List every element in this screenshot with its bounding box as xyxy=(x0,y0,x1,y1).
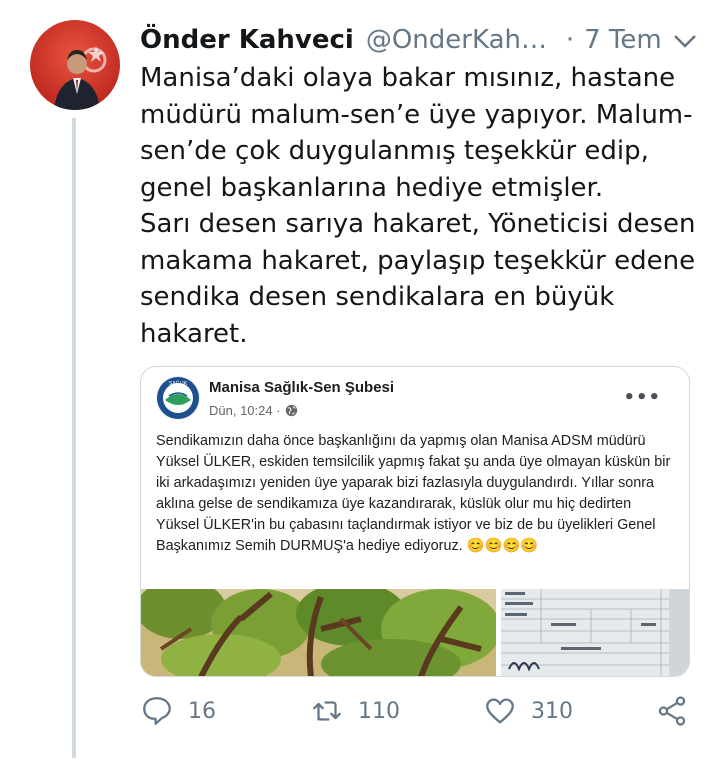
separator-dot: · xyxy=(565,25,575,55)
reply-button[interactable]: 16 xyxy=(140,694,216,728)
tweet-header: Önder Kahveci @OnderKahveci · 7 Tem xyxy=(140,22,700,58)
tweet-timestamp[interactable]: 7 Tem xyxy=(584,25,662,55)
saglik-sen-logo-icon: SAĞLIK xyxy=(157,377,199,419)
page-logo: SAĞLIK xyxy=(156,376,200,420)
chevron-down-icon[interactable] xyxy=(670,26,700,56)
tweet-actions: 16 110 310 xyxy=(140,694,700,734)
tree-photo-image xyxy=(141,589,496,676)
embedded-post-card[interactable]: SAĞLIK Manisa Sağlık-Sen Şubesi Dün, 10:… xyxy=(140,366,690,677)
author-name[interactable]: Önder Kahveci xyxy=(140,25,354,55)
globe-icon xyxy=(285,404,297,417)
retweet-icon xyxy=(313,701,341,721)
post-photo-document[interactable] xyxy=(501,589,689,676)
heart-icon xyxy=(486,698,514,724)
avatar-image xyxy=(30,20,120,110)
document-photo-image xyxy=(501,589,689,676)
share-icon xyxy=(658,696,686,726)
avatar[interactable] xyxy=(30,20,120,110)
logo-text: SAĞLIK xyxy=(169,380,188,387)
embedded-post-text: Sendikamızın daha önce başkanlığını da y… xyxy=(156,433,671,554)
share-button[interactable] xyxy=(655,694,689,728)
page-name[interactable]: Manisa Sağlık-Sen Şubesi xyxy=(209,379,394,396)
post-meta: Dün, 10:24 · xyxy=(209,403,298,418)
retweet-button[interactable]: 110 xyxy=(310,694,400,728)
like-count: 310 xyxy=(531,698,573,724)
reply-icon xyxy=(143,697,171,725)
author-handle[interactable]: @OnderKahveci xyxy=(366,25,556,55)
reply-count: 16 xyxy=(188,698,216,724)
like-button[interactable]: 310 xyxy=(483,694,573,728)
more-options-button[interactable]: ••• xyxy=(623,387,661,408)
thread-line xyxy=(72,118,76,758)
retweet-count: 110 xyxy=(358,698,400,724)
post-time[interactable]: Dün, 10:24 · xyxy=(209,403,281,418)
tweet-text: Manisa’daki olaya bakar mısınız, hastane… xyxy=(140,63,696,349)
post-photo-tree[interactable] xyxy=(141,589,496,676)
